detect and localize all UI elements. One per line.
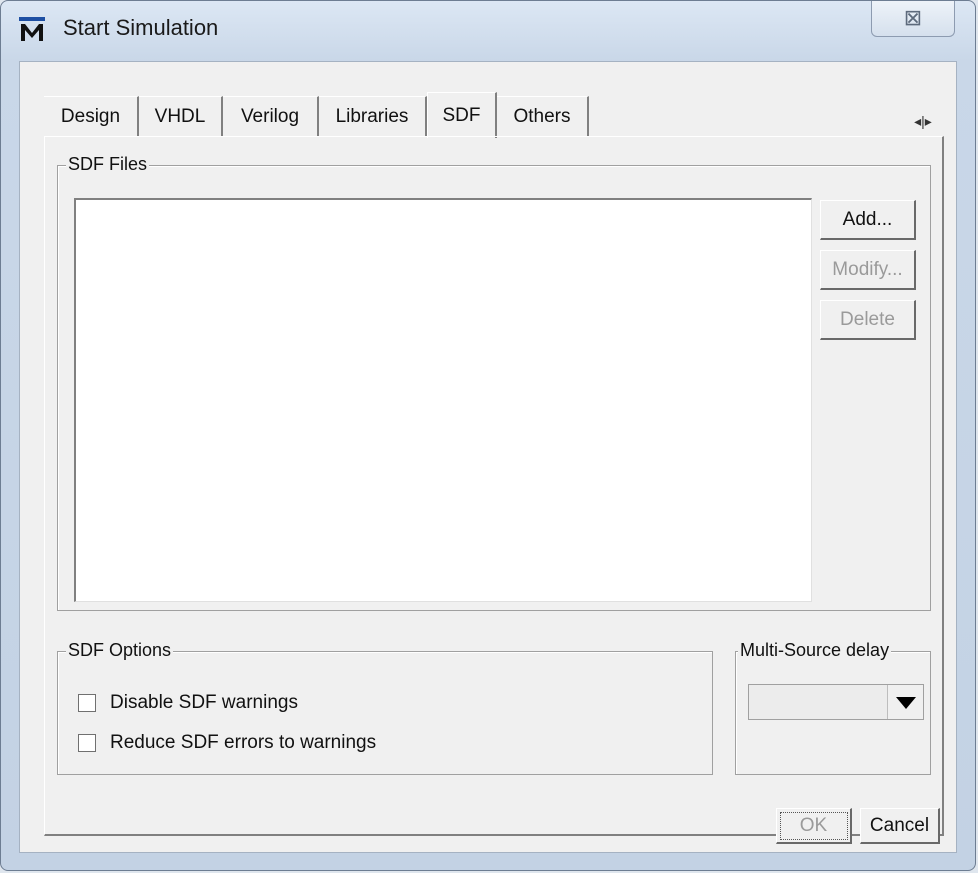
sdf-files-list[interactable] <box>74 198 812 602</box>
sdf-options-group: SDF Options Disable SDF warnings Reduce … <box>57 640 713 775</box>
disable-sdf-warnings-checkbox[interactable] <box>78 694 96 712</box>
reduce-sdf-errors-label: Reduce SDF errors to warnings <box>110 732 377 753</box>
window-title: Start Simulation <box>63 15 219 40</box>
reduce-sdf-errors-checkbox[interactable] <box>78 734 96 752</box>
disable-sdf-warnings-label: Disable SDF warnings <box>110 692 298 713</box>
dropdown-arrow-icon[interactable] <box>887 685 923 719</box>
tab-vhdl[interactable]: VHDL <box>139 96 223 136</box>
title-bar[interactable]: Start Simulation ⊠ <box>1 1 975 61</box>
sdf-files-label: SDF Files <box>66 154 150 175</box>
sdf-files-group: SDF Files Add... Modify... Delete <box>57 154 931 611</box>
tab-scroll-arrows-icon[interactable]: ◂|▸ <box>908 110 938 132</box>
tab-sdf[interactable]: SDF <box>427 92 497 138</box>
close-button[interactable]: ⊠ <box>871 1 955 37</box>
multi-source-delay-group: Multi-Source delay <box>735 640 931 775</box>
add-button[interactable]: Add... <box>820 200 916 240</box>
tab-libraries[interactable]: Libraries <box>319 96 427 136</box>
start-simulation-dialog: Start Simulation ⊠ Design VHDL Verilog L… <box>0 0 976 871</box>
tab-others[interactable]: Others <box>497 96 589 136</box>
multi-source-delay-label: Multi-Source delay <box>738 640 892 661</box>
sdf-tab-panel: SDF Files Add... Modify... Delete SDF Op… <box>44 136 944 836</box>
delete-button[interactable]: Delete <box>820 300 916 340</box>
dialog-body: Design VHDL Verilog Libraries SDF Others… <box>19 61 957 853</box>
modify-button[interactable]: Modify... <box>820 250 916 290</box>
modelsim-logo-icon <box>19 17 45 41</box>
tab-verilog[interactable]: Verilog <box>223 96 319 136</box>
sdf-options-label: SDF Options <box>66 640 174 661</box>
ok-button[interactable]: OK <box>776 808 852 844</box>
cancel-button[interactable]: Cancel <box>860 808 940 844</box>
multi-source-delay-select[interactable] <box>748 684 924 720</box>
tab-design[interactable]: Design <box>44 96 139 136</box>
